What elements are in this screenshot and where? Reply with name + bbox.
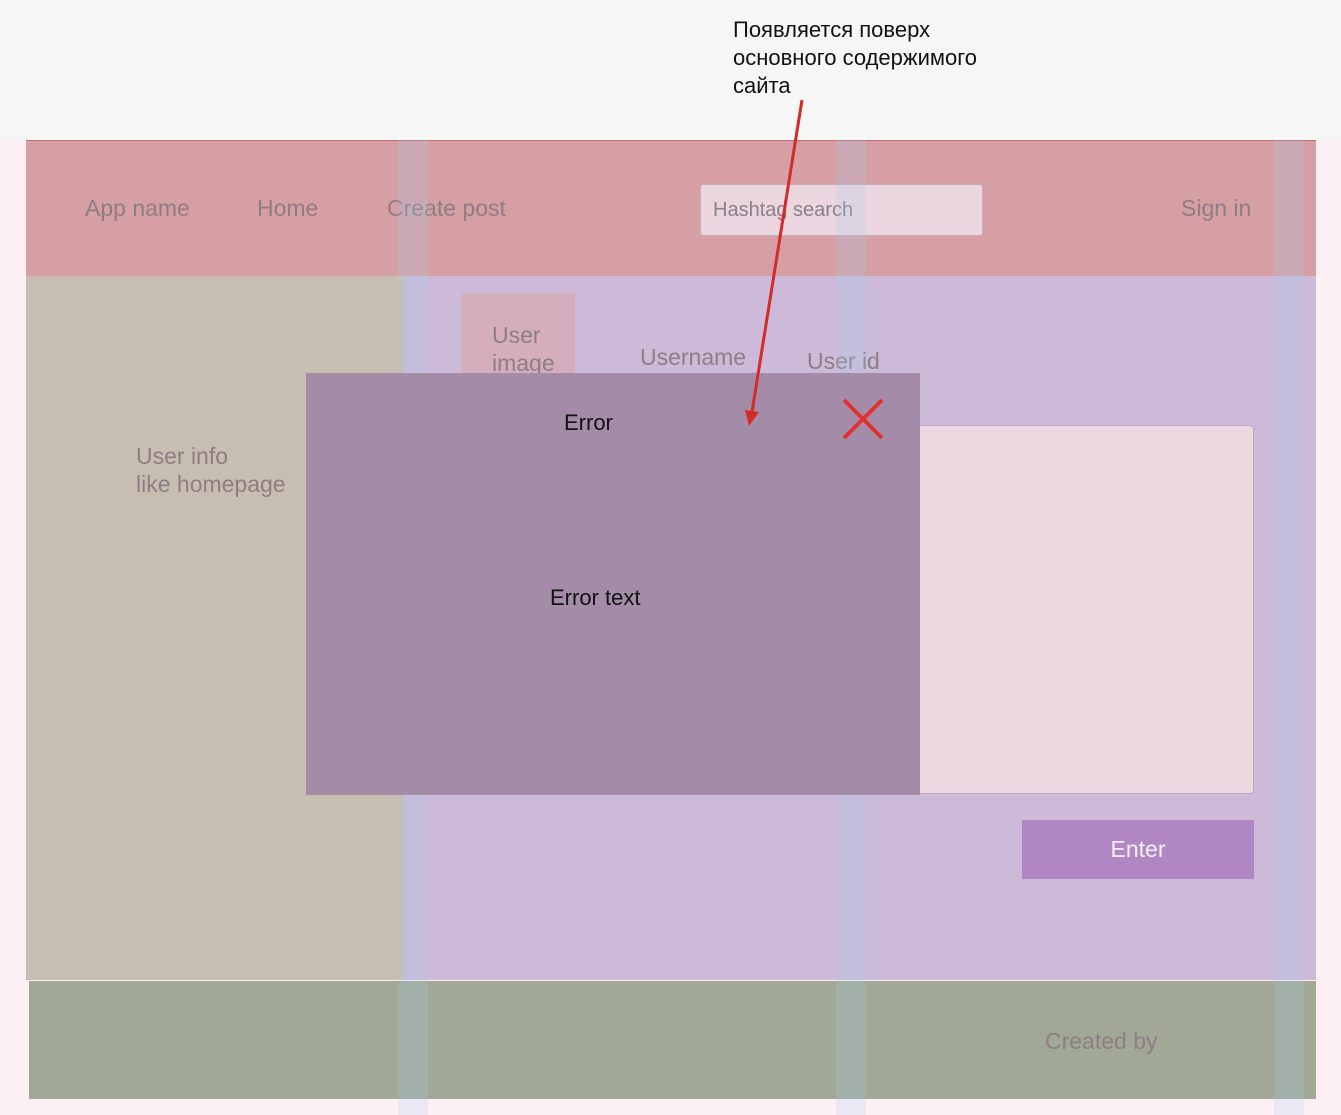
sign-in-link[interactable]: Sign in (1181, 195, 1251, 222)
user-image: User image (462, 293, 575, 383)
username-label: Username (640, 344, 747, 370)
annotation-area: Появляется поверх основного содержимого … (0, 0, 1341, 140)
nav-home-link[interactable]: Home (257, 195, 318, 222)
post-textarea[interactable] (900, 425, 1254, 794)
annotation-line-3: сайта (733, 73, 791, 98)
close-icon[interactable] (840, 396, 886, 442)
app-name-link[interactable]: App name (85, 195, 190, 222)
error-modal (306, 373, 920, 795)
error-modal-title: Error (564, 410, 613, 435)
sidebar-text: User info like homepage (136, 443, 286, 497)
enter-button[interactable]: Enter (1022, 820, 1254, 879)
grid-guide-3 (1274, 140, 1304, 1115)
annotation-line-2: основного содержимого (733, 45, 978, 70)
annotation-note: Появляется поверх основного содержимого … (733, 16, 1033, 100)
created-by-text: Created by (1045, 1028, 1158, 1054)
error-modal-text: Error text (550, 585, 641, 610)
annotation-line-1: Появляется поверх (733, 17, 931, 42)
site-header (26, 140, 1316, 277)
